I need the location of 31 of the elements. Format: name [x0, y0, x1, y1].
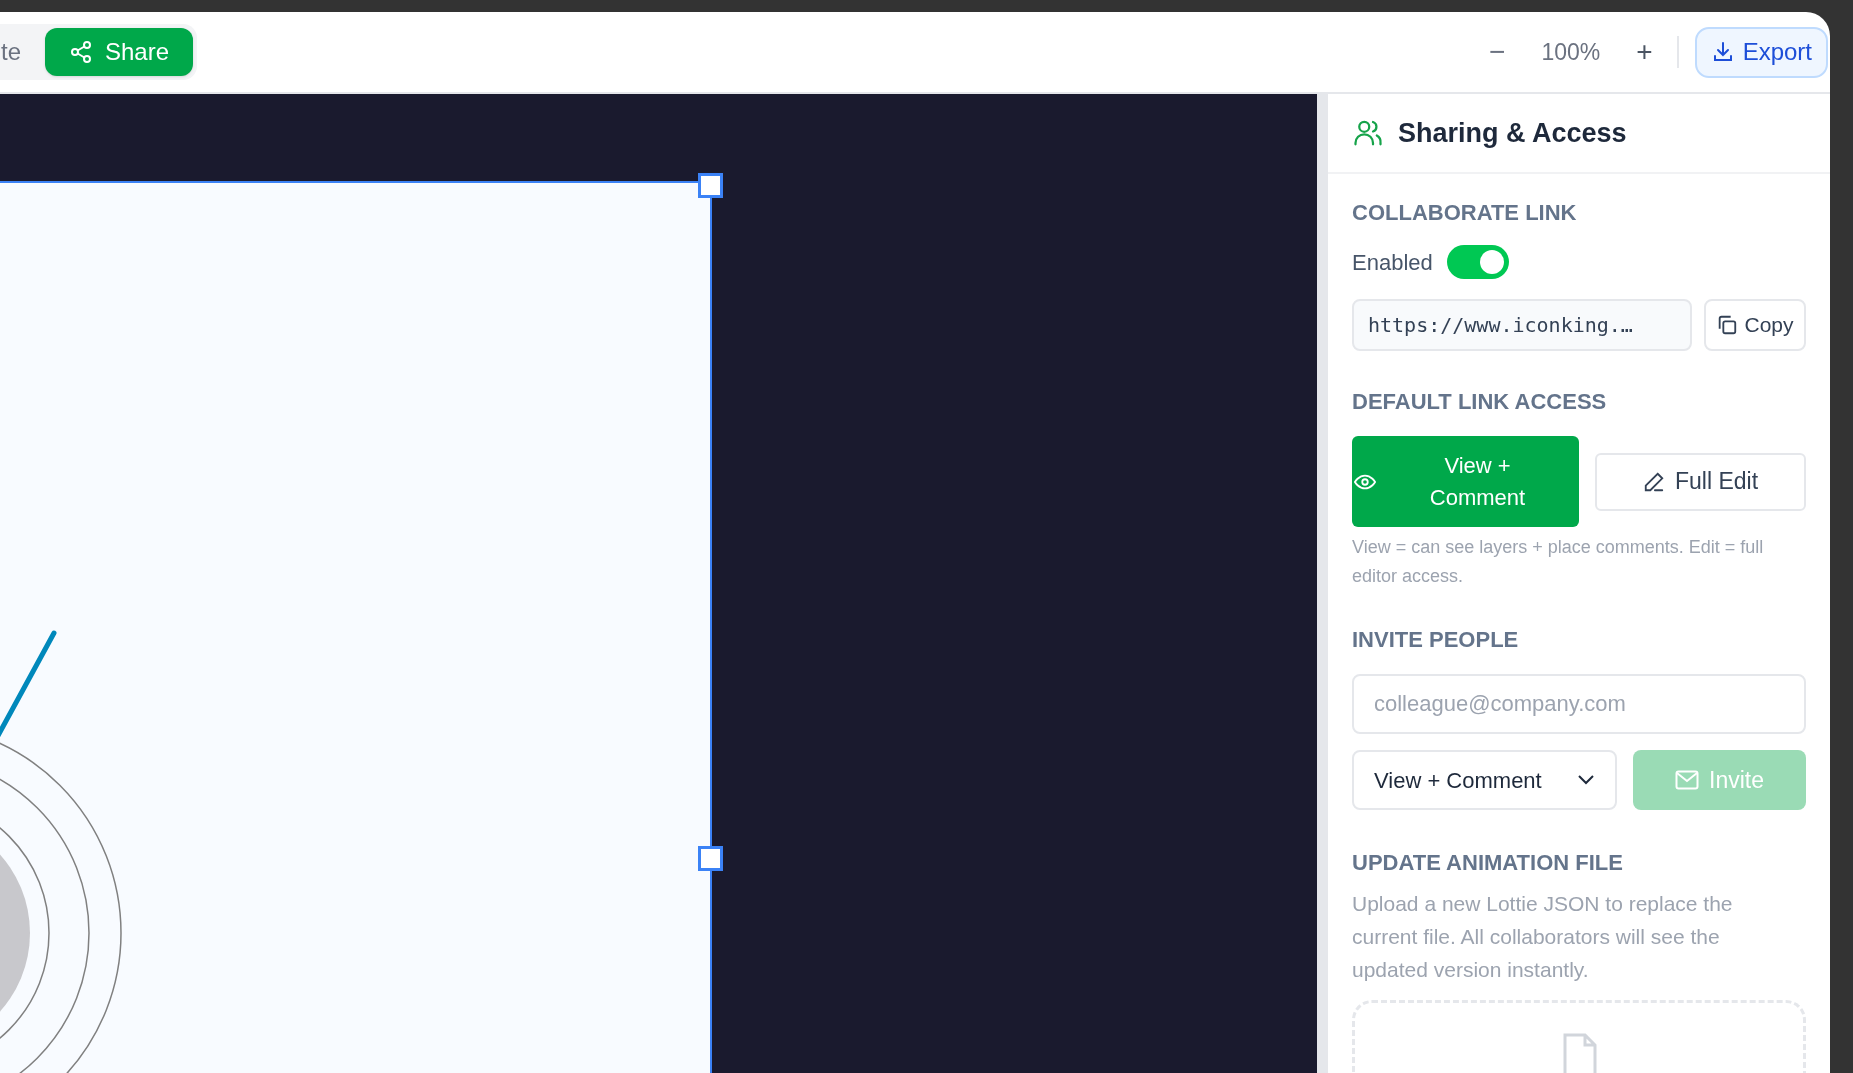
link-field[interactable]: https://www.iconking.… [1352, 299, 1692, 351]
access-option[interactable]: Full Edit [1595, 452, 1806, 511]
tab-label[interactable]: te [1, 34, 21, 70]
pencil-icon [1642, 470, 1665, 493]
help-text: View = can see layers + place comments. Edit = full editor access. [1352, 536, 1765, 588]
share-icon [69, 40, 93, 64]
section-heading: INVITE PEOPLE [1352, 626, 1520, 654]
email-field[interactable]: colleague@company.com [1352, 674, 1806, 734]
section-heading: UPDATE ANIMATION FILE [1352, 849, 1624, 877]
chevron-down-icon [1577, 774, 1595, 786]
toggle-switch[interactable] [1446, 245, 1509, 279]
mail-icon [1675, 770, 1699, 790]
export-button[interactable]: Export [1694, 26, 1828, 78]
copy-icon [1716, 314, 1739, 336]
copy-button[interactable]: Copy [1704, 299, 1806, 351]
resize-handle[interactable] [698, 846, 723, 871]
panel-title: Sharing & Access [1398, 116, 1627, 150]
access-option[interactable]: View + Comment [1352, 436, 1579, 527]
zoom-in-button[interactable]: + [1628, 31, 1661, 73]
resize-handle[interactable] [698, 173, 723, 198]
zoom-level: 100% [1541, 37, 1601, 67]
section-heading: DEFAULT LINK ACCESS [1352, 388, 1608, 416]
description-text: Upload a new Lottie JSON to replace the current file. All collaborators will see the updated version instantly. [1352, 891, 1734, 983]
section-heading: COLLABORATE LINK [1352, 199, 1578, 227]
role-select[interactable]: View + Comment [1352, 750, 1617, 810]
file-icon [1561, 1033, 1597, 1073]
users-icon [1352, 118, 1384, 148]
eye-icon [1354, 473, 1376, 490]
zoom-out-button[interactable]: − [1481, 31, 1514, 73]
share-button[interactable]: Share [45, 28, 194, 76]
toggle-label: Enabled [1352, 248, 1433, 277]
